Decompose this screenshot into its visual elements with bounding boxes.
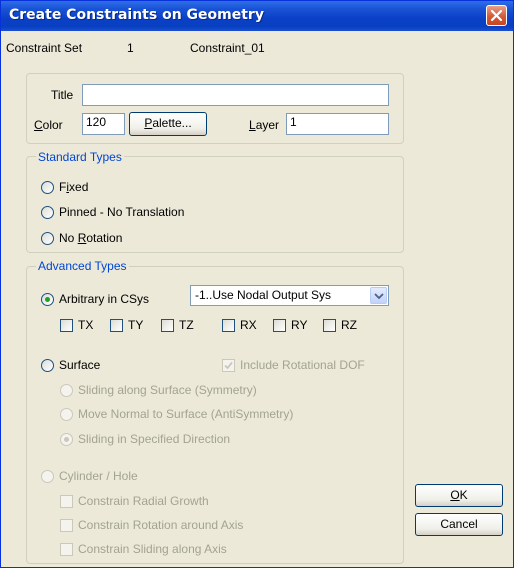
standard-types-legend: Standard Types xyxy=(36,150,124,164)
move-normal-label: Move Normal to Surface (AntiSymmetry) xyxy=(78,407,294,421)
close-icon xyxy=(490,9,503,22)
radio-move-normal[interactable] xyxy=(60,408,73,421)
palette-button[interactable]: Palette... xyxy=(129,112,207,136)
color-label: Color xyxy=(34,118,63,132)
dialog-window: Create Constraints on Geometry Constrain… xyxy=(0,0,514,568)
sliding-direction-label: Sliding in Specified Direction xyxy=(78,432,231,446)
include-rotational-label: Include Rotational DOF xyxy=(240,358,365,372)
sliding-axis-label: Constrain Sliding along Axis xyxy=(78,542,227,556)
close-button[interactable] xyxy=(486,5,507,26)
checkbox-include-rotational[interactable] xyxy=(222,359,235,372)
rx-label: RX xyxy=(240,318,257,332)
radio-surface[interactable] xyxy=(41,359,54,372)
checkbox-ty[interactable] xyxy=(110,319,123,332)
selected-dot xyxy=(45,297,50,302)
fixed-label: Fixed xyxy=(59,180,89,194)
rz-label: RZ xyxy=(341,318,357,332)
radio-pinned[interactable] xyxy=(41,206,54,219)
checkbox-sliding-axis[interactable] xyxy=(60,543,73,556)
arbitrary-csys-label: Arbitrary in CSys xyxy=(59,292,150,306)
ry-label: RY xyxy=(291,318,308,332)
advanced-types-legend: Advanced Types xyxy=(36,259,129,273)
title-bar[interactable]: Create Constraints on Geometry xyxy=(1,1,513,31)
radio-sliding-direction[interactable] xyxy=(60,433,73,446)
radio-arbitrary-csys[interactable] xyxy=(41,293,54,306)
checkbox-ry[interactable] xyxy=(273,319,286,332)
pinned-label: Pinned - No Translation xyxy=(59,205,185,219)
layer-input[interactable]: 1 xyxy=(286,113,389,135)
checkbox-rz[interactable] xyxy=(323,319,336,332)
radial-growth-label: Constrain Radial Growth xyxy=(78,494,209,508)
dropdown-arrow-button[interactable] xyxy=(370,287,387,304)
surface-label: Surface xyxy=(59,358,101,372)
ty-label: TY xyxy=(128,318,144,332)
sliding-surface-label: Sliding along Surface (Symmetry) xyxy=(78,383,257,397)
radio-cylinder[interactable] xyxy=(41,470,54,483)
no-rotation-label: No Rotation xyxy=(59,231,123,245)
rotation-axis-label: Constrain Rotation around Axis xyxy=(78,518,244,532)
checkbox-rotation-axis[interactable] xyxy=(60,519,73,532)
tx-label: TX xyxy=(78,318,94,332)
radio-sliding-surface[interactable] xyxy=(60,384,73,397)
window-title: Create Constraints on Geometry xyxy=(9,7,264,23)
color-input[interactable]: 120 xyxy=(82,113,125,135)
tz-label: TZ xyxy=(179,318,194,332)
title-label: Title xyxy=(51,88,74,102)
radio-no-rotation[interactable] xyxy=(41,232,54,245)
constraint-set-number: 1 xyxy=(127,41,134,55)
selected-dot xyxy=(64,437,69,442)
checkbox-tx[interactable] xyxy=(60,319,73,332)
radio-fixed[interactable] xyxy=(41,181,54,194)
csys-select[interactable]: -1..Use Nodal Output Sys xyxy=(190,285,389,306)
checkbox-tz[interactable] xyxy=(161,319,174,332)
constraint-set-label: Constraint Set xyxy=(6,41,83,55)
constraint-set-name: Constraint_01 xyxy=(190,41,265,55)
checkbox-radial-growth[interactable] xyxy=(60,495,73,508)
layer-label: Layer xyxy=(249,118,280,132)
ok-button[interactable]: OK xyxy=(415,484,503,507)
cylinder-label: Cylinder / Hole xyxy=(59,469,138,483)
checkmark-icon xyxy=(224,361,233,370)
csys-selected-value: -1..Use Nodal Output Sys xyxy=(195,288,332,302)
chevron-down-icon xyxy=(374,293,384,299)
title-input[interactable] xyxy=(82,84,389,106)
checkbox-rx[interactable] xyxy=(222,319,235,332)
cancel-button[interactable]: Cancel xyxy=(415,513,503,536)
